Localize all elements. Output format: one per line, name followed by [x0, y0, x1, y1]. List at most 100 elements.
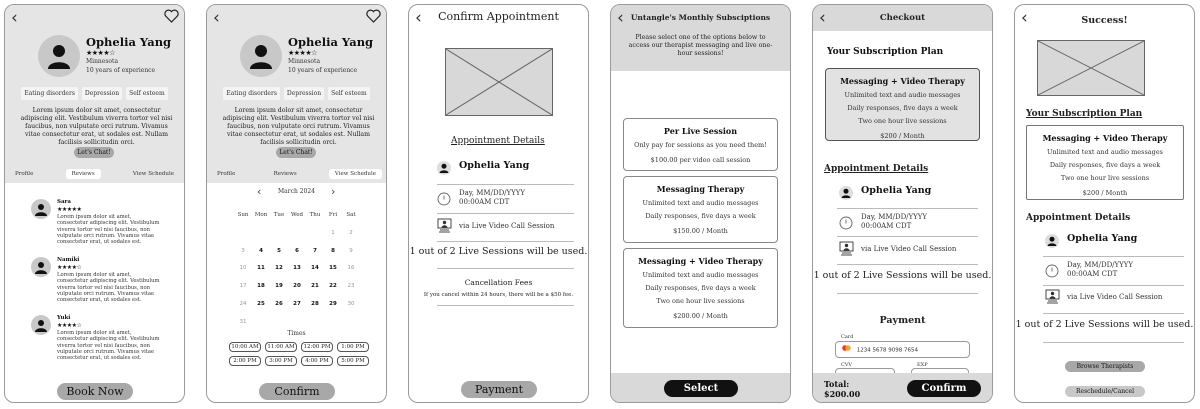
heart-icon[interactable] [366, 8, 381, 27]
plan-feature: Daily responses, five days a week [645, 284, 756, 292]
calendar-day[interactable]: 31 [234, 314, 252, 332]
divider [1043, 285, 1184, 286]
calendar-day[interactable]: 12 [270, 260, 288, 278]
plan-per-live-session[interactable]: Per Live Session Only pay for sessions a… [623, 118, 778, 171]
tab-profile[interactable]: Profile [9, 169, 39, 179]
subscription-plan-heading: Your Subscription Plan [1026, 109, 1143, 119]
calendar-day[interactable]: 15 [324, 260, 342, 278]
plan-messaging-therapy[interactable]: Messaging Therapy Unlimited text and aud… [623, 176, 778, 243]
browse-therapists-button[interactable]: Browse Therapists [1065, 361, 1145, 372]
calendar-day[interactable]: 16 [342, 260, 360, 278]
calendar-day[interactable]: 4 [252, 243, 270, 261]
calendar-day [306, 225, 324, 243]
tab-profile[interactable]: Profile [211, 169, 241, 179]
heart-icon[interactable] [164, 8, 179, 27]
profile-header: ‹ Ophelia Yang ★★★★☆ Minnesota 10 years … [5, 5, 184, 183]
calendar-day[interactable]: 7 [306, 243, 324, 261]
time-slot[interactable]: 10:00 AM [229, 342, 261, 352]
calendar-month: March 2024 [278, 188, 315, 195]
calendar-grid: Sun Mon Tue Wed Thu Fri Sat 1 2 3 4 5 6 7 8 9 10 11 12 13 14… [234, 207, 360, 332]
chat-button[interactable]: Let's Chat! [74, 147, 114, 158]
tab-view-schedule[interactable]: View Schedule [328, 169, 382, 179]
payment-button[interactable]: Payment [461, 381, 537, 398]
calendar-day[interactable]: 20 [288, 278, 306, 296]
cancellation-fees-text: If you cancel within 24 hours, there wil… [423, 292, 574, 298]
calendar-day[interactable]: 22 [324, 278, 342, 296]
time-slot[interactable]: 12:00 PM [301, 342, 333, 352]
calendar-day[interactable]: 29 [324, 296, 342, 314]
calendar-day[interactable]: 1 [324, 225, 342, 243]
calendar-day[interactable]: 11 [252, 260, 270, 278]
subscribed-plan: Messaging + Video Therapy Unlimited text… [1026, 125, 1184, 200]
calendar-day[interactable]: 17 [234, 278, 252, 296]
divider [437, 268, 574, 269]
calendar-day[interactable]: 14 [306, 260, 324, 278]
card-number-field[interactable]: 1234 5678 9098 7654 [835, 341, 970, 358]
calendar-day[interactable]: 23 [342, 278, 360, 296]
back-icon[interactable]: ‹ [213, 10, 220, 27]
datetime-row: Day, MM/DD/YYYY 00:00AM CDT [1035, 261, 1184, 281]
screen-success: ‹ Success! Your Subscription Plan Messag… [1014, 4, 1195, 403]
calendar-day[interactable]: 28 [306, 296, 324, 314]
therapist-name: Ophelia Yang [288, 35, 374, 49]
screen-profile-reviews: ‹ Ophelia Yang ★★★★☆ Minnesota 10 years … [4, 4, 185, 403]
reschedule-cancel-button[interactable]: Reschedule/Cancel [1065, 386, 1145, 397]
divider [1043, 342, 1184, 343]
confirm-button[interactable]: Confirm [907, 380, 981, 397]
tag: Eating disorders [21, 87, 78, 100]
calendar-day[interactable]: 13 [288, 260, 306, 278]
select-button[interactable]: Select [664, 380, 738, 397]
calendar-day[interactable]: 9 [342, 243, 360, 261]
appointment-date: Day, MM/DD/YYYY [459, 189, 526, 197]
plan-messaging-video-therapy[interactable]: Messaging + Video Therapy Unlimited text… [623, 248, 778, 328]
calendar-day[interactable]: 26 [270, 296, 288, 314]
calendar-day[interactable]: 19 [270, 278, 288, 296]
calendar-day[interactable]: 2 [342, 225, 360, 243]
reviewer-avatar [31, 257, 51, 277]
next-month-icon[interactable]: › [331, 185, 335, 198]
plan-feature: Two one hour live sessions [656, 297, 745, 305]
plan-feature: Two one hour live sessions [1060, 174, 1150, 182]
time-slot[interactable]: 4:00 PM [301, 356, 333, 366]
profile-tabs: Profile Reviews View Schedule [5, 167, 184, 181]
calendar-day[interactable]: 21 [306, 278, 324, 296]
calendar-day[interactable]: 27 [288, 296, 306, 314]
calendar-day[interactable]: 8 [324, 243, 342, 261]
back-icon[interactable]: ‹ [11, 10, 18, 27]
divider [1043, 256, 1184, 257]
therapist-row: Ophelia Yang [427, 160, 578, 180]
calendar-day[interactable]: 6 [288, 243, 306, 261]
clock-icon [1045, 263, 1059, 282]
selected-plan: Messaging + Video Therapy Unlimited text… [825, 68, 980, 141]
confirm-button[interactable]: Confirm [259, 383, 335, 400]
tab-reviews[interactable]: Reviews [268, 169, 303, 179]
calendar-day [288, 225, 306, 243]
session-type: via Live Video Call Session [459, 222, 555, 230]
plan-feature: Unlimited text and audio messages [642, 271, 759, 279]
chat-button[interactable]: Let's Chat! [276, 147, 316, 158]
calendar-day[interactable]: 10 [234, 260, 252, 278]
weekday-label: Thu [309, 212, 321, 218]
time-slot[interactable]: 3:00 PM [265, 356, 297, 366]
time-slot[interactable]: 1:00 PM [337, 342, 369, 352]
screen-subscriptions: ‹ Untangle's Monthly Subsciptions Please… [610, 4, 791, 403]
calendar-day[interactable]: 5 [270, 243, 288, 261]
calendar-day[interactable]: 30 [342, 296, 360, 314]
time-slot[interactable]: 5:00 PM [337, 356, 369, 366]
calendar-day[interactable]: 24 [234, 296, 252, 314]
review-item: Namiki ★★★★☆ Lorem ipsum dolor sit amet,… [31, 257, 161, 307]
tab-reviews[interactable]: Reviews [65, 169, 101, 179]
calendar-day[interactable]: 3 [234, 243, 252, 261]
rating-stars: ★★★★☆ [288, 49, 317, 57]
time-slot[interactable]: 11:00 AM [265, 342, 297, 352]
calendar-day[interactable]: 18 [252, 278, 270, 296]
tag: Eating disorders [223, 87, 280, 100]
time-slot[interactable]: 2:00 PM [229, 356, 261, 366]
cancellation-fees-title: Cancellation Fees [464, 278, 533, 287]
appointment-details-title: Appointment Details [824, 164, 929, 174]
book-now-button[interactable]: Book Now [57, 383, 133, 400]
calendar-day [270, 225, 288, 243]
calendar-day[interactable]: 25 [252, 296, 270, 314]
user-icon [839, 185, 853, 204]
tab-view-schedule[interactable]: View Schedule [127, 169, 180, 179]
